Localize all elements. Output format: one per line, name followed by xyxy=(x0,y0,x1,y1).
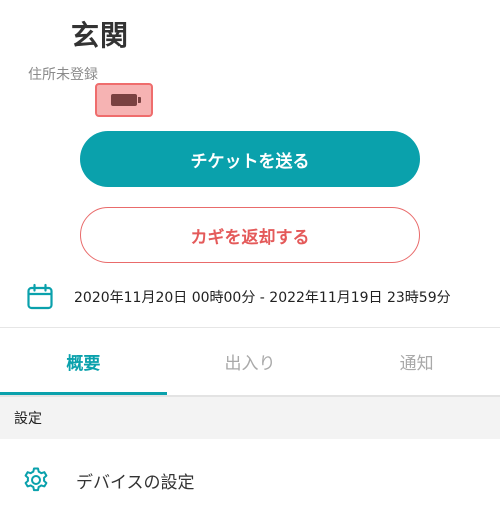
send-ticket-button[interactable]: チケットを送る xyxy=(80,131,420,187)
battery-icon xyxy=(111,94,141,106)
tab-overview[interactable]: 概要 xyxy=(0,328,167,394)
tab-entry-exit[interactable]: 出入り xyxy=(167,328,334,394)
tab-bar: 概要 出入り 通知 xyxy=(0,328,500,396)
return-key-button[interactable]: カギを返却する xyxy=(80,207,420,263)
validity-period: 2020年11月20日 00時00分 - 2022年11月19日 23時59分 xyxy=(26,283,451,311)
page-title: 玄関 xyxy=(71,19,130,52)
battery-status-badge xyxy=(95,83,153,117)
settings-section-header: 設定 xyxy=(0,397,500,439)
calendar-icon xyxy=(27,283,53,310)
tab-notifications[interactable]: 通知 xyxy=(333,328,500,394)
gear-icon xyxy=(24,467,48,492)
section-label: 設定 xyxy=(14,411,42,427)
address-label: 住所未登録 xyxy=(28,67,98,83)
period-text: 2020年11月20日 00時00分 - 2022年11月19日 23時59分 xyxy=(74,290,451,306)
device-settings-label: デバイスの設定 xyxy=(76,472,195,493)
device-settings-item[interactable]: デバイスの設定 xyxy=(0,450,500,510)
